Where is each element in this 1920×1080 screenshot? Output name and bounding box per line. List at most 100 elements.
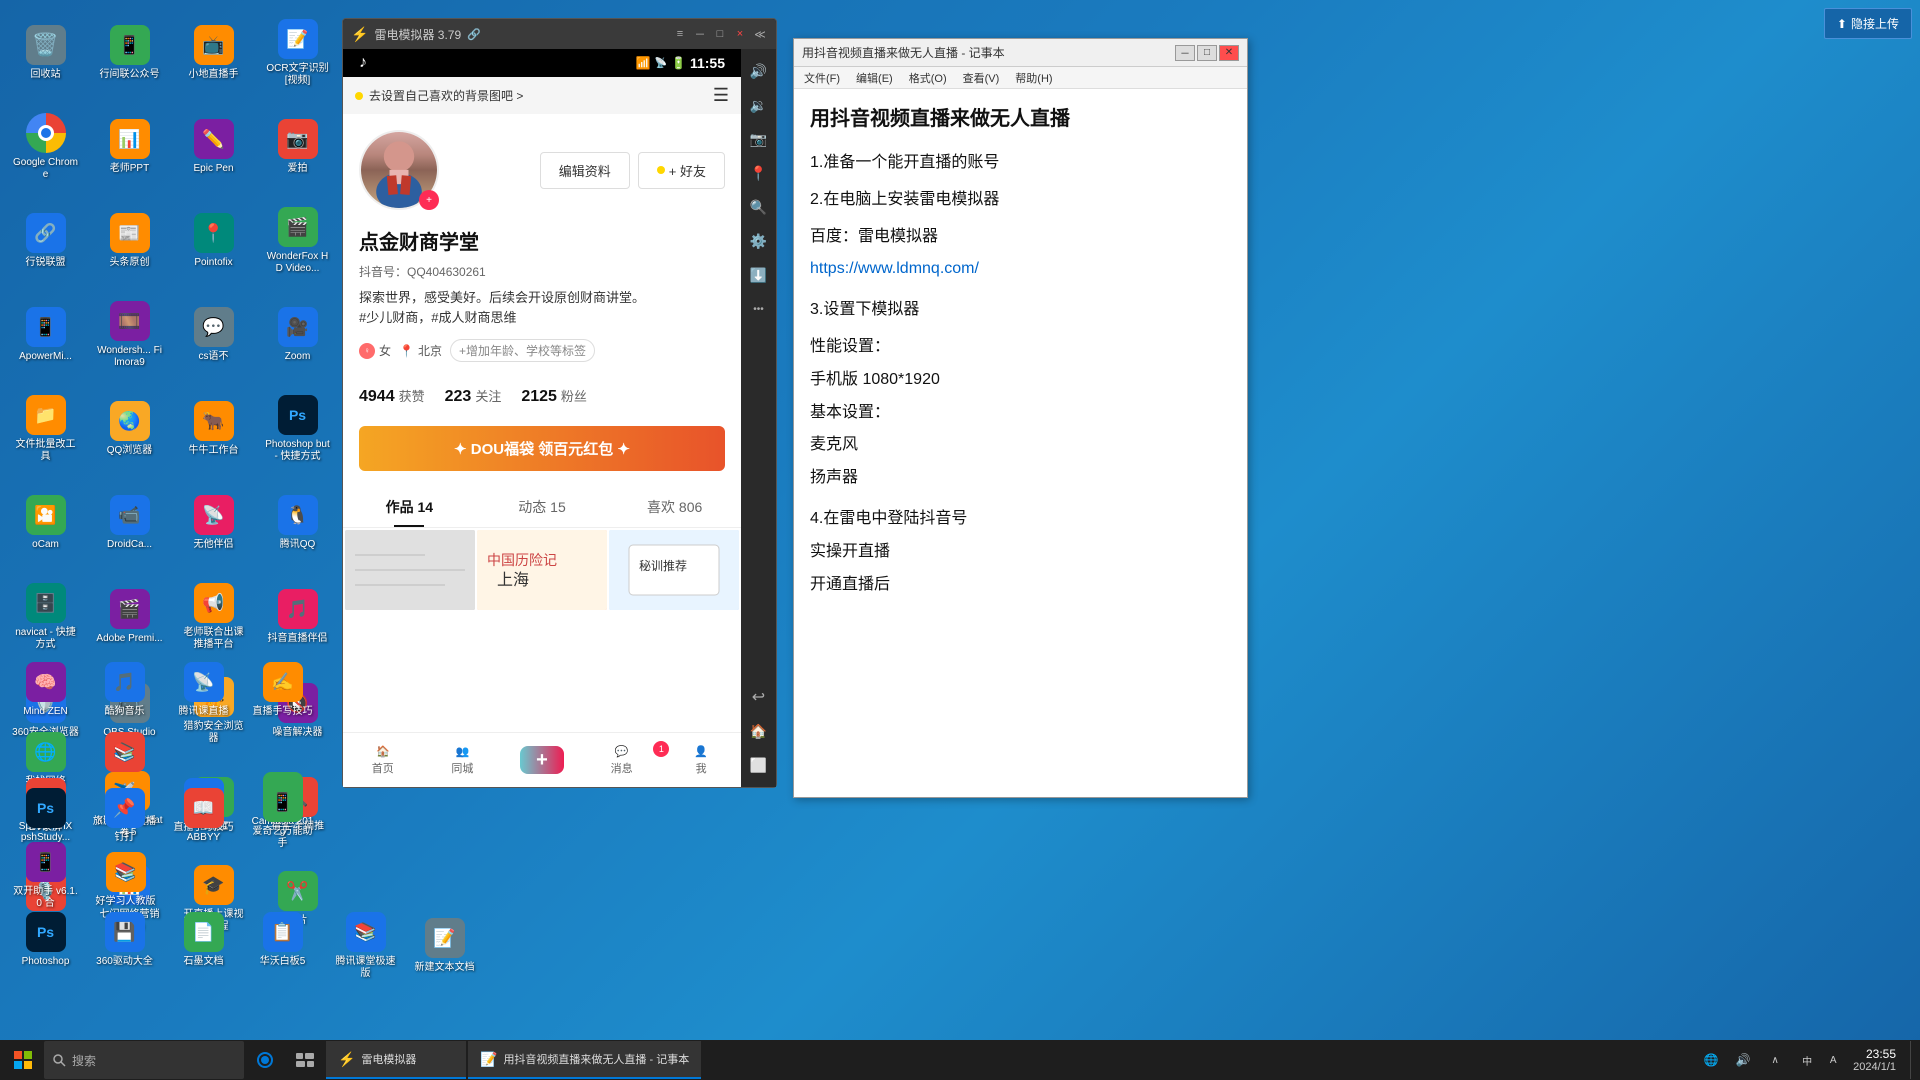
icon-recycle-bin[interactable]: 🗑️ 回收站 <box>8 8 83 98</box>
tool-volume-up[interactable]: 🔊 <box>745 57 773 85</box>
icon-douyin-live[interactable]: 🎵 抖音直播伴侣 <box>260 572 335 662</box>
notification-banner[interactable]: 去设置自己喜欢的背景图吧 > ☰ <box>343 77 741 114</box>
notepad-maximize-btn[interactable]: □ <box>1197 45 1217 61</box>
add-friend-button[interactable]: + 好友 <box>638 152 725 189</box>
icon-qq-browser[interactable]: 🌏 QQ浏览器 <box>92 384 167 474</box>
icon-laoshi-out[interactable]: 📢 老师联合出课推播平台 <box>176 572 251 662</box>
edit-profile-button[interactable]: 编辑资料 <box>540 152 630 189</box>
tool-settings[interactable]: ⚙️ <box>745 227 773 255</box>
icon-zoom[interactable]: 🎥 Zoom <box>260 290 335 380</box>
icon-pointofix[interactable]: 📍 Pointofix <box>176 196 251 286</box>
icon-navicat[interactable]: 🗄️ navicat - 快捷方式 <box>8 572 83 662</box>
icon-mindzen[interactable]: 🧠 Mind ZEN <box>8 658 83 722</box>
tool-install[interactable]: ⬇️ <box>745 261 773 289</box>
menu-edit[interactable]: 编辑(E) <box>850 68 899 88</box>
task-view-btn[interactable] <box>286 1041 324 1079</box>
icon-shimo[interactable]: 📄 石墨文档 <box>166 908 241 972</box>
icon-xingru[interactable]: 🔗 行锐联盟 <box>8 196 83 286</box>
notepad-line-3: 3.设置下模拟器 <box>810 296 1231 325</box>
tool-home-phone[interactable]: 🏠 <box>745 717 773 745</box>
menu-help[interactable]: 帮助(H) <box>1009 68 1058 88</box>
icon-huawo[interactable]: 📋 华沃白板5 <box>245 908 320 972</box>
menu-format[interactable]: 格式(O) <box>903 68 953 88</box>
menu-file[interactable]: 文件(F) <box>798 68 846 88</box>
message-icon: 💬 <box>615 745 629 758</box>
emulator-collapse-btn[interactable]: ≪ <box>752 26 768 42</box>
tool-more[interactable]: ••• <box>745 295 773 323</box>
nav-messages[interactable]: 💬 消息 1 <box>582 745 662 776</box>
tool-camera[interactable]: 📷 <box>745 125 773 153</box>
icon-niuniu[interactable]: 🐂 牛牛工作台 <box>176 384 251 474</box>
icon-psstudy[interactable]: Ps pshStudy... <box>8 778 83 854</box>
notepad-content[interactable]: 用抖音视频直播来做无人直播 1.准备一个能开直播的账号 2.在电脑上安装雷电模拟… <box>794 89 1247 797</box>
icon-ppt[interactable]: 📊 老师PPT <box>92 102 167 192</box>
icon-kugo[interactable]: 🎵 酷狗音乐 <box>87 658 162 722</box>
icon-droidca[interactable]: 📹 DroidCa... <box>92 478 167 568</box>
taskbar-notepad-app[interactable]: 📝 用抖音视频直播来做无人直播 - 记事本 <box>468 1041 701 1079</box>
nav-profile[interactable]: 👤 我 <box>661 745 741 776</box>
add-tags-button[interactable]: +增加年龄、学校等标签 <box>450 339 595 362</box>
icon-new-text[interactable]: 📝 新建文本文档 <box>407 908 482 984</box>
icon-iqiyi[interactable]: 📱 爱奇艺万能助手 <box>245 778 320 854</box>
icon-tengxun-class[interactable]: 📚 腾讯课堂极速版 <box>328 908 403 984</box>
icon-adobe-premiere[interactable]: 🎬 Adobe Premi... <box>92 572 167 662</box>
notepad-close-btn[interactable]: ✕ <box>1219 45 1239 61</box>
icon-qq[interactable]: 🐧 腾讯QQ <box>260 478 335 568</box>
icon-file-batch[interactable]: 📁 文件批量改工具 <box>8 384 83 474</box>
icon-lianjian[interactable]: 📱 行间联公众号 <box>92 8 167 98</box>
system-clock[interactable]: 23:55 2024/1/1 <box>1845 1047 1904 1073</box>
icon-ocam[interactable]: 🎦 oCam <box>8 478 83 568</box>
dou-banner[interactable]: ✦ DOU福袋 领百元红包 ✦ <box>359 426 725 471</box>
tool-volume-down[interactable]: 🔉 <box>745 91 773 119</box>
icon-wondershare[interactable]: 🎞️ Wondersh... Filmora9 <box>92 290 167 380</box>
nav-create[interactable]: + <box>502 746 582 774</box>
thumbnail-1[interactable] <box>345 530 475 610</box>
tool-location[interactable]: 📍 <box>745 159 773 187</box>
notepad-minimize-btn[interactable]: － <box>1175 45 1195 61</box>
emulator-close-btn[interactable]: × <box>732 26 748 42</box>
create-button[interactable]: + <box>520 746 564 774</box>
show-desktop-btn[interactable] <box>1910 1041 1916 1079</box>
nav-home[interactable]: 🏠 首页 <box>343 745 423 776</box>
icon-xiaodi[interactable]: 📺 小地直播手 <box>176 8 251 98</box>
taskbar: 搜索 ⚡ 雷电模拟器 <box>0 1040 1920 1080</box>
cortana-btn[interactable] <box>246 1041 284 1079</box>
emulator-maximize-btn[interactable]: □ <box>712 26 728 42</box>
tray-ime[interactable]: A <box>1825 1041 1841 1079</box>
hamburger-icon[interactable]: ☰ <box>713 85 729 106</box>
menu-view[interactable]: 查看(V) <box>957 68 1006 88</box>
icon-zhibo-write[interactable]: ✍️ 直播手写技巧 <box>245 658 320 722</box>
tray-volume[interactable]: 🔊 <box>1729 1041 1757 1079</box>
tab-dynamics[interactable]: 动态 15 <box>476 487 609 527</box>
taskbar-emulator-app[interactable]: ⚡ 雷电模拟器 <box>326 1041 466 1079</box>
tool-zoom[interactable]: 🔍 <box>745 193 773 221</box>
icon-toutiao[interactable]: 📰 头条原创 <box>92 196 167 286</box>
emulator-minimize-btn[interactable]: － <box>692 26 708 42</box>
icon-cs[interactable]: 💬 cs语不 <box>176 290 251 380</box>
icon-chrome[interactable]: Google Chrome <box>8 102 83 192</box>
search-taskbar-btn[interactable]: 搜索 <box>44 1041 244 1079</box>
top-right-upload-btn[interactable]: ⬆ 隐接上传 <box>1824 8 1912 39</box>
icon-haoxueli[interactable]: 📚 好学习人教版 <box>88 848 163 912</box>
emulator-menu-btn[interactable]: ≡ <box>672 26 688 42</box>
icon-epic-pen[interactable]: ✏️ Epic Pen <box>176 102 251 192</box>
icon-wuta[interactable]: 📡 无他伴侣 <box>176 478 251 568</box>
tab-likes[interactable]: 喜欢 806 <box>608 487 741 527</box>
icon-tengxunke[interactable]: 📡 腾讯课直播 <box>166 658 241 722</box>
tab-works[interactable]: 作品 14 <box>343 487 476 527</box>
tool-recent[interactable]: ⬜ <box>745 751 773 779</box>
thumbnail-2[interactable]: 中国历险记 上海 <box>477 530 607 610</box>
icon-aipai[interactable]: 📷 爱拍 <box>260 102 335 192</box>
tool-back[interactable]: ↩ <box>745 683 773 711</box>
icon-photoshop-shortcut[interactable]: Ps Photoshop but - 快捷方式 <box>260 384 335 474</box>
icon-wonderfox[interactable]: 🎬 WonderFox HD Video... <box>260 196 335 286</box>
thumbnail-3[interactable]: 秘训推荐 <box>609 530 739 610</box>
icon-ocr-video[interactable]: 📝 OCR文字识别[视频] <box>260 8 335 98</box>
tray-network[interactable]: 🌐 <box>1697 1041 1725 1079</box>
profile-tags: ♀ 女 📍 北京 +增加年龄、学校等标签 <box>343 339 741 374</box>
icon-abbyy[interactable]: 📖 ABBYY <box>166 778 241 854</box>
icon-apowermi[interactable]: 📱 ApowerMi... <box>8 290 83 380</box>
start-button[interactable] <box>4 1041 42 1079</box>
nav-nearby[interactable]: 👥 同城 <box>423 745 503 776</box>
tray-input-method[interactable]: 中 <box>1793 1041 1821 1079</box>
